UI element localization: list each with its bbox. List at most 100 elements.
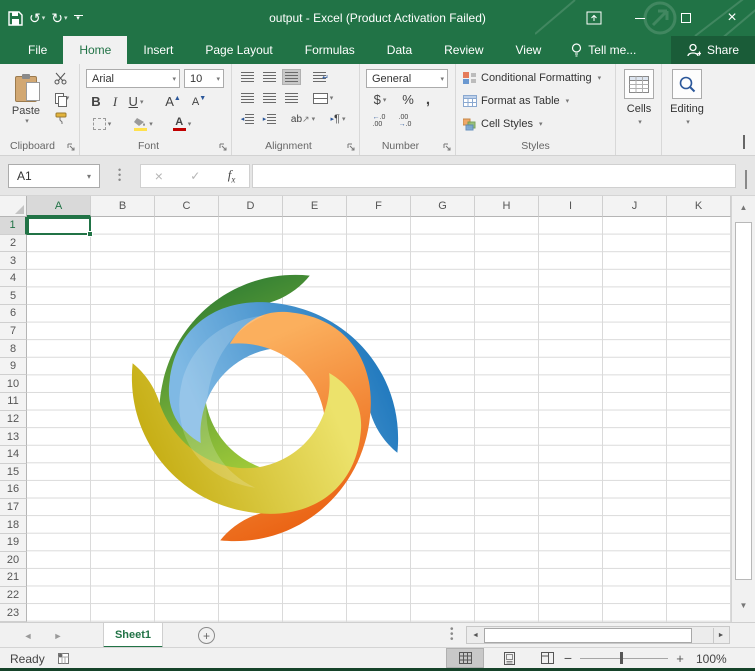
bottom-align-button[interactable] (282, 69, 301, 85)
clipboard-dialog-launcher[interactable] (67, 143, 76, 152)
name-box-dropdown-arrow[interactable]: ▾ (87, 172, 91, 181)
row-header-14[interactable]: 14 (0, 446, 27, 464)
sheet-nav-left-arrow[interactable]: ◄ (18, 623, 38, 648)
scroll-right-arrow[interactable]: ► (713, 628, 728, 643)
save-icon[interactable] (8, 11, 23, 26)
redo-button[interactable]: ↻▾ (51, 10, 67, 27)
increase-indent-button[interactable]: ▸ (260, 111, 279, 127)
increase-decimal-button[interactable]: ←.0.00 (368, 113, 390, 129)
borders-button[interactable]: ▾ (88, 115, 116, 132)
row-header-12[interactable]: 12 (0, 411, 27, 429)
row-header-13[interactable]: 13 (0, 428, 27, 446)
format-painter-button[interactable] (50, 110, 72, 126)
swirl-logo-image[interactable] (119, 262, 411, 554)
cut-button[interactable] (50, 70, 72, 86)
row-header-6[interactable]: 6 (0, 305, 27, 323)
column-header-b[interactable]: B (91, 196, 155, 217)
row-header-19[interactable]: 19 (0, 534, 27, 552)
scroll-up-arrow[interactable]: ▲ (732, 198, 755, 216)
decrease-indent-button[interactable]: ◂ (238, 111, 257, 127)
zoom-in-button[interactable]: + (672, 648, 688, 668)
alignment-dialog-launcher[interactable] (347, 143, 356, 152)
minimize-button[interactable] (617, 0, 663, 36)
page-layout-view-button[interactable] (490, 648, 528, 668)
horizontal-scrollbar[interactable]: ◄ ► (466, 626, 730, 644)
horizontal-scroll-thumb[interactable] (484, 628, 692, 643)
tab-review[interactable]: Review (428, 36, 499, 64)
vertical-scroll-thumb[interactable] (735, 222, 752, 580)
copy-button[interactable]: ▾ (48, 90, 76, 106)
sheet-tab-sheet1[interactable]: Sheet1 (103, 623, 163, 648)
row-header-15[interactable]: 15 (0, 464, 27, 482)
top-align-button[interactable] (238, 69, 257, 85)
column-header-c[interactable]: C (155, 196, 219, 217)
tab-view[interactable]: View (500, 36, 558, 64)
font-size-combo[interactable]: 10▾ (184, 69, 224, 88)
tab-home[interactable]: Home (63, 36, 127, 64)
tab-file[interactable]: File (12, 36, 63, 64)
scroll-left-arrow[interactable]: ◄ (468, 628, 483, 643)
ribbon-display-options-button[interactable] (571, 0, 617, 36)
row-header-9[interactable]: 9 (0, 358, 27, 376)
font-dialog-launcher[interactable] (219, 143, 228, 152)
row-header-23[interactable]: 23 (0, 604, 27, 622)
row-header-8[interactable]: 8 (0, 340, 27, 358)
enter-check-icon[interactable]: ✓ (190, 169, 200, 183)
column-header-i[interactable]: I (539, 196, 603, 217)
align-right-button[interactable] (282, 90, 301, 106)
collapse-ribbon-button[interactable] (743, 137, 745, 149)
cancel-icon[interactable]: × (155, 168, 163, 184)
close-button[interactable]: × (709, 0, 755, 36)
fill-color-button[interactable]: ▾ (128, 115, 158, 133)
selected-cell-a1[interactable] (27, 217, 91, 235)
decrease-decimal-button[interactable]: .00→.0 (394, 113, 416, 129)
tab-data[interactable]: Data (371, 36, 428, 64)
tell-me-box[interactable]: Tell me... (571, 36, 636, 64)
row-header-21[interactable]: 21 (0, 569, 27, 587)
row-header-10[interactable]: 10 (0, 375, 27, 393)
vertical-scrollbar[interactable]: ▲ ▼ (731, 196, 755, 622)
zoom-slider-track[interactable] (580, 658, 668, 659)
editing-button[interactable]: Editing ▾ (666, 69, 708, 127)
row-header-5[interactable]: 5 (0, 287, 27, 305)
fill-handle[interactable] (87, 231, 93, 237)
expand-formula-bar-button[interactable] (745, 172, 747, 190)
orientation-button[interactable]: ab↗▾ (288, 111, 318, 127)
column-header-d[interactable]: D (219, 196, 283, 217)
accounting-format-button[interactable]: $▾ (368, 91, 392, 108)
paste-dropdown-arrow[interactable]: ▾ (25, 117, 29, 125)
undo-button[interactable]: ↺▾ (29, 10, 45, 27)
insert-function-icon[interactable]: fx (228, 167, 236, 185)
number-dialog-launcher[interactable] (443, 143, 452, 152)
font-name-combo[interactable]: Arial▾ (86, 69, 180, 88)
tab-formulas[interactable]: Formulas (289, 36, 371, 64)
normal-view-button[interactable] (446, 648, 484, 668)
paste-button[interactable]: Paste ▾ (6, 68, 46, 132)
row-header-2[interactable]: 2 (0, 235, 27, 253)
row-header-3[interactable]: 3 (0, 252, 27, 270)
column-header-h[interactable]: H (475, 196, 539, 217)
select-all-corner[interactable] (0, 196, 27, 217)
zoom-out-button[interactable]: − (560, 648, 576, 668)
decrease-font-size-button[interactable]: A▼ (188, 93, 210, 110)
format-as-table-button[interactable]: Format as Table▾ (463, 94, 569, 108)
column-header-g[interactable]: G (411, 196, 475, 217)
new-sheet-button[interactable]: + (198, 627, 215, 644)
row-header-18[interactable]: 18 (0, 516, 27, 534)
row-header-16[interactable]: 16 (0, 481, 27, 499)
italic-button[interactable]: I (108, 93, 122, 110)
name-box[interactable]: A1 ▾ (8, 164, 100, 188)
conditional-formatting-button[interactable]: Conditional Formatting▾ (463, 71, 601, 85)
cell-styles-button[interactable]: Cell Styles▾ (463, 117, 542, 131)
underline-button[interactable]: U▾ (124, 93, 148, 110)
text-direction-button[interactable]: ▸¶▾ (324, 111, 352, 127)
formula-input[interactable] (252, 164, 736, 188)
maximize-button[interactable] (663, 0, 709, 36)
column-header-j[interactable]: J (603, 196, 667, 217)
increase-font-size-button[interactable]: A▲ (162, 93, 184, 110)
row-header-4[interactable]: 4 (0, 270, 27, 288)
tab-page-layout[interactable]: Page Layout (189, 36, 288, 64)
scroll-down-arrow[interactable]: ▼ (732, 596, 755, 614)
font-color-button[interactable]: A▾ (168, 115, 196, 133)
percent-style-button[interactable]: % (400, 91, 416, 108)
